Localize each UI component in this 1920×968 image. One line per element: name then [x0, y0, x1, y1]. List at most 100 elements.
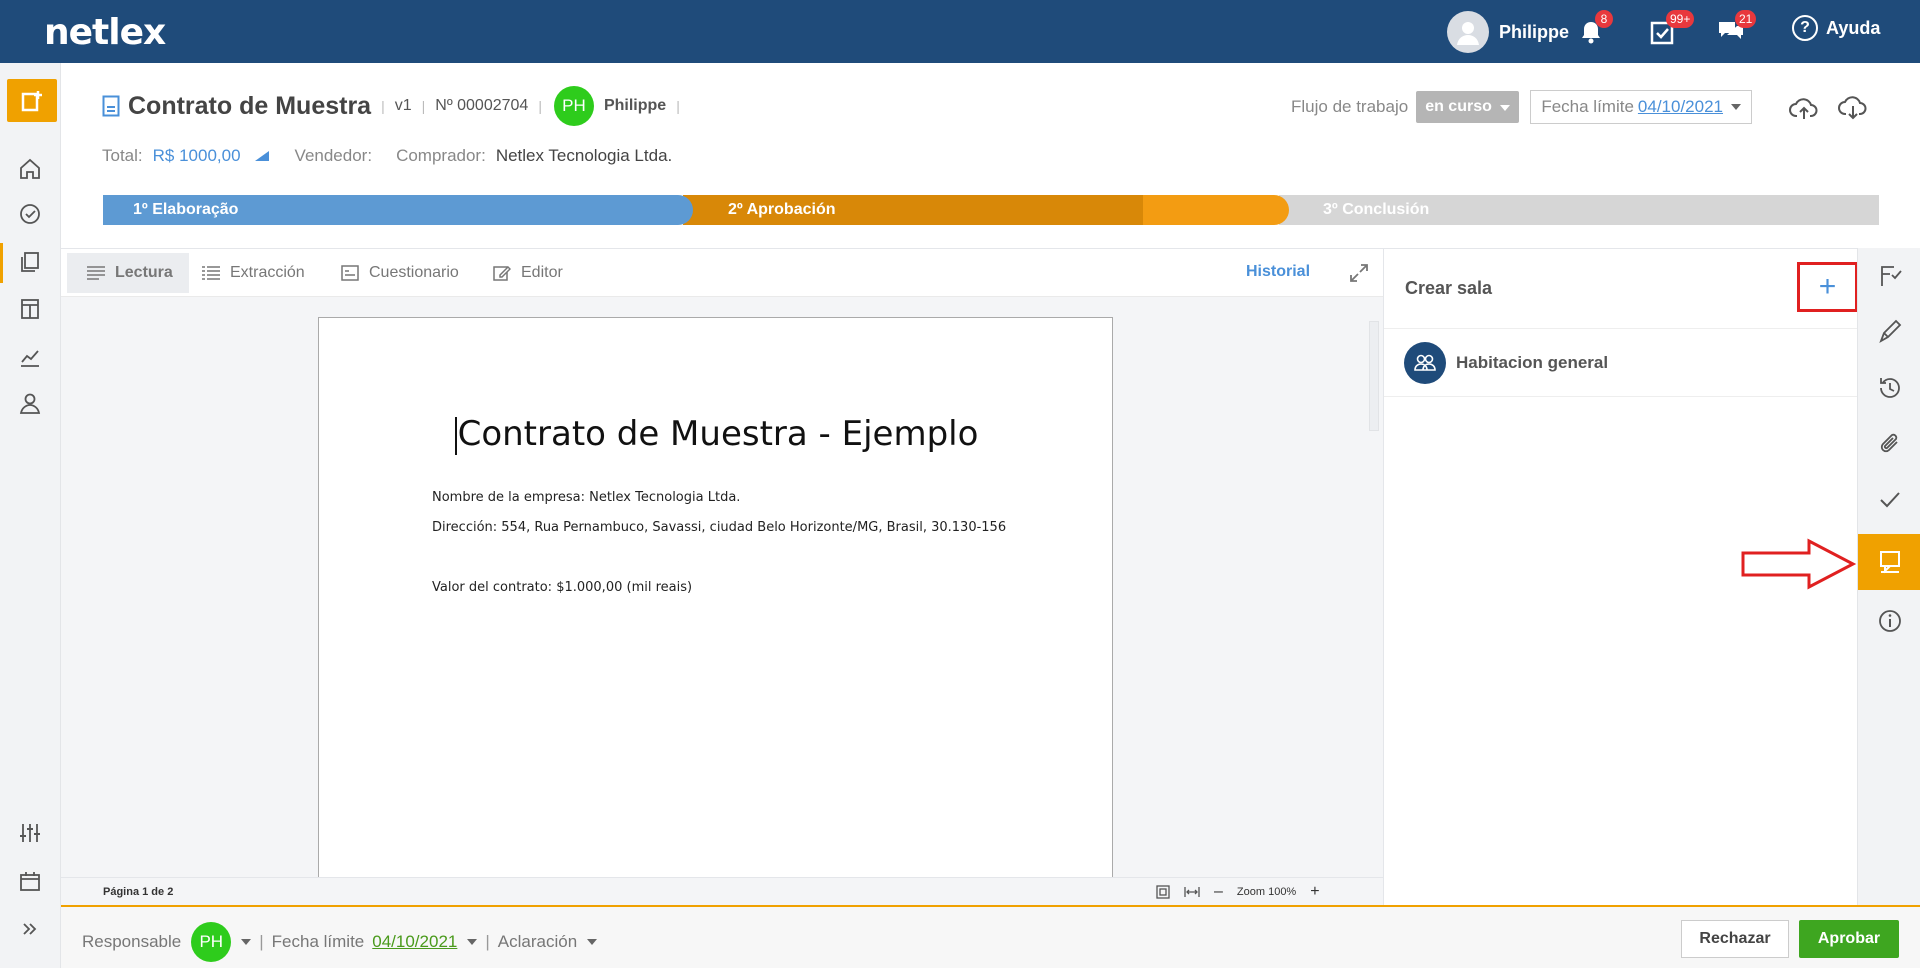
document-page[interactable]: Contrato de Muestra - Ejemplo Nombre de … — [318, 317, 1113, 887]
settings-sliders-icon[interactable] — [16, 819, 44, 847]
tab-extraccion-label: Extracción — [230, 264, 305, 281]
owner-avatar[interactable]: PH — [553, 86, 594, 126]
buyer-value[interactable]: Netlex Tecnologia Ltda. — [496, 146, 672, 166]
document-title-row: Contrato de Muestra | v1 | Nº 00002704 |… — [102, 86, 690, 126]
nav-active-indicator — [0, 243, 3, 283]
viewer-scroll-thumb[interactable] — [1369, 321, 1379, 431]
buyer-label: Comprador: — [396, 146, 486, 165]
group-icon — [1404, 341, 1446, 384]
attachment-icon[interactable] — [1858, 416, 1920, 472]
documents-icon[interactable] — [16, 248, 44, 276]
edit-total-icon[interactable] — [253, 149, 271, 163]
tab-extraccion[interactable]: Extracción — [182, 253, 321, 293]
user-name: Philippe — [1499, 21, 1570, 42]
chevron-down-icon[interactable] — [587, 939, 598, 945]
tab-lectura-label: Lectura — [115, 264, 173, 281]
total-label: Total: — [102, 146, 143, 165]
templates-icon[interactable] — [16, 295, 44, 323]
user-icon[interactable] — [16, 389, 44, 417]
home-icon[interactable] — [16, 155, 44, 183]
workflow-area: Flujo de trabajo en curso Fecha límite 0… — [1291, 90, 1753, 124]
expand-sidebar-icon[interactable] — [16, 915, 44, 943]
room-list-item[interactable]: Habitacion general — [1384, 329, 1858, 397]
seller-label: Vendedor: — [294, 146, 373, 165]
tasks-nav-icon[interactable] — [16, 200, 44, 228]
address-line: Dirección: 554, Rua Pernambuco, Savassi,… — [432, 520, 1007, 535]
total-value[interactable]: R$ 1000,00 — [153, 146, 241, 166]
deadline-label: Fecha límite — [1541, 97, 1634, 116]
tab-cuestionario[interactable]: Cuestionario — [321, 253, 475, 293]
chat-header: Crear sala + — [1384, 249, 1858, 329]
history-link[interactable]: Historial — [1246, 263, 1310, 281]
tab-editor[interactable]: Editor — [473, 253, 579, 293]
company-name-line: Nombre de la empresa: Netlex Tecnologia … — [432, 490, 741, 505]
owner-name: Philippe — [603, 97, 667, 114]
notifications-badge: 8 — [1595, 10, 1613, 28]
user-avatar — [1447, 11, 1489, 53]
tab-lectura[interactable]: Lectura — [67, 253, 189, 293]
stage-conclusion[interactable]: 3º Conclusión — [1279, 195, 1879, 225]
document-heading-text: Contrato de Muestra - Ejemplo — [457, 414, 979, 454]
reports-icon[interactable] — [16, 343, 44, 371]
workflow-check-icon[interactable] — [1858, 248, 1920, 304]
workflow-status-text: en curso — [1425, 98, 1492, 115]
annotation-arrow-icon — [1741, 538, 1857, 590]
left-nav — [0, 63, 61, 968]
chevron-down-icon[interactable] — [467, 939, 478, 945]
cloud-download-icon[interactable] — [1837, 92, 1869, 124]
user-menu[interactable]: Philippe — [1447, 11, 1569, 53]
responsible-avatar[interactable]: PH — [191, 922, 232, 962]
edit-icon — [493, 265, 511, 281]
new-document-button[interactable] — [7, 79, 57, 122]
notifications-bell-icon[interactable]: 8 — [1575, 10, 1613, 48]
document-viewer: Lectura Extracción Cuestionario Editor H… — [61, 248, 1383, 906]
expand-icon[interactable] — [1348, 262, 1370, 284]
chevron-down-icon[interactable] — [241, 939, 252, 945]
tasks-icon[interactable]: 99+ — [1646, 10, 1695, 48]
right-tool-rail — [1857, 248, 1920, 905]
tab-editor-label: Editor — [521, 264, 563, 281]
workflow-status-dropdown[interactable]: en curso — [1416, 91, 1520, 123]
check-icon[interactable] — [1858, 472, 1920, 528]
history-icon[interactable] — [1858, 360, 1920, 416]
deadline-dropdown[interactable]: Fecha límite 04/10/2021 — [1530, 90, 1753, 124]
document-version[interactable]: v1 — [395, 97, 412, 115]
document-title[interactable]: Contrato de Muestra — [128, 92, 371, 121]
room-name: Habitacion general — [1456, 352, 1609, 372]
form-icon — [341, 265, 359, 281]
tab-cuestionario-label: Cuestionario — [369, 264, 459, 281]
deadline-value: 04/10/2021 — [1637, 97, 1724, 116]
stage-aprobacion[interactable]: 2º Aprobación — [683, 195, 1289, 225]
viewer-tabs: Lectura Extracción Cuestionario Editor H… — [61, 249, 1383, 297]
tasks-badge: 99+ — [1666, 10, 1695, 28]
help-link[interactable]: ? Ayuda — [1792, 15, 1880, 41]
add-room-button[interactable]: + — [1797, 262, 1858, 312]
zoom-out-icon[interactable]: – — [1214, 883, 1223, 901]
zoom-in-icon[interactable]: + — [1310, 883, 1319, 901]
text-cursor — [454, 416, 457, 455]
lines-icon — [87, 266, 105, 280]
bottom-meta: Responsable PH | Fecha límite 04/10/2021… — [82, 922, 598, 962]
contract-value-line: Valor del contrato: $1.000,00 (mil reais… — [432, 580, 693, 595]
cloud-upload-icon[interactable] — [1788, 92, 1820, 124]
approve-button[interactable]: Aprobar — [1799, 920, 1899, 958]
workflow-label: Flujo de trabajo — [1291, 97, 1409, 116]
pen-icon[interactable] — [1858, 304, 1920, 360]
messages-icon[interactable]: 21 — [1715, 10, 1757, 48]
document-heading: Contrato de Muestra - Ejemplo — [319, 414, 1114, 455]
fit-page-icon[interactable] — [1156, 885, 1170, 899]
viewer-status-bar: Página 1 de 2 – Zoom 100% + — [61, 877, 1383, 906]
calendar-icon[interactable] — [16, 867, 44, 895]
info-icon[interactable] — [1858, 593, 1920, 649]
clarification-dropdown[interactable]: Aclaración — [498, 932, 577, 952]
create-room-title: Crear sala — [1405, 278, 1493, 298]
top-bar: netlex Philippe 8 99+ 21 ? Ayuda — [0, 0, 1920, 63]
netlex-logo[interactable]: netlex — [44, 12, 166, 53]
zoom-level: Zoom 100% — [1236, 886, 1297, 898]
reject-button[interactable]: Rechazar — [1681, 920, 1789, 958]
stage-elaboracao[interactable]: 1º Elaboração — [103, 195, 693, 225]
fit-width-icon[interactable] — [1184, 886, 1200, 898]
bottom-deadline-value[interactable]: 04/10/2021 — [372, 932, 457, 952]
chat-icon[interactable] — [1858, 534, 1920, 590]
zoom-controls: – Zoom 100% + — [1156, 883, 1320, 901]
